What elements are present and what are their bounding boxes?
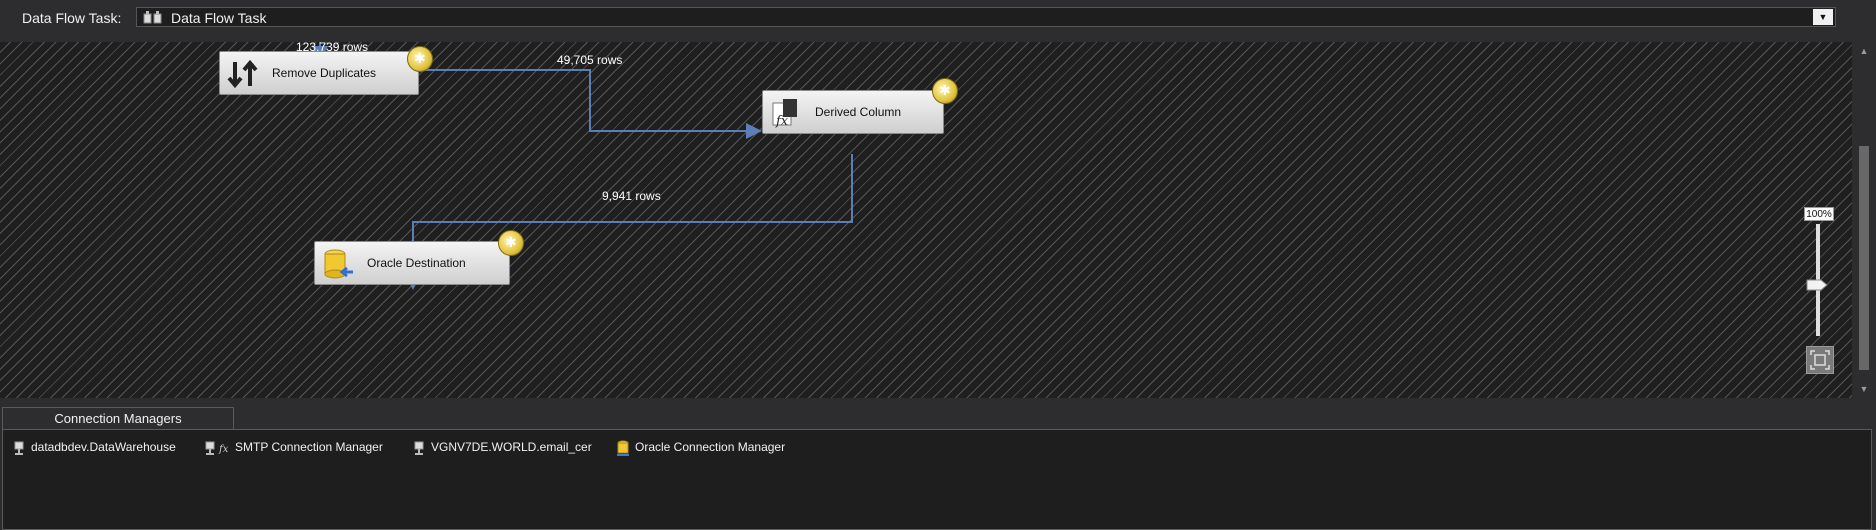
component-remove-duplicates[interactable]: Remove Duplicates [219,51,419,95]
data-flow-task-icon [143,11,162,24]
connection-managers-panel: datadbdev.DataWarehouse fx SMTP Connecti… [2,429,1872,530]
warning-badge-icon[interactable] [407,46,433,72]
warning-badge-icon[interactable] [498,230,524,256]
zoom-to-fit-button[interactable] [1806,346,1834,374]
connection-manager-label: datadbdev.DataWarehouse [31,440,176,454]
scrollbar-thumb[interactable] [1859,146,1869,370]
fit-to-window-icon [1810,350,1830,370]
connection-manager-item[interactable]: datadbdev.DataWarehouse [13,440,176,455]
connection-manager-label: Oracle Connection Manager [635,440,786,455]
row-count-label: 9,941 rows [602,189,661,203]
fx-derived-column-icon: fx [772,99,797,129]
connection-manager-item[interactable]: Oracle Connection Manager [617,440,785,456]
warning-badge-icon[interactable] [932,78,958,104]
scroll-up-icon[interactable]: ▲ [1858,46,1870,56]
svg-text:fx: fx [775,114,789,129]
zoom-level-label: 100% [1804,207,1834,221]
connection-manager-item[interactable]: VGNV7DE.WORLD.email_cer [413,440,592,455]
oracle-connection-icon [617,440,629,456]
db-connection-icon [414,441,424,455]
component-oracle-destination[interactable]: Oracle Destination [314,241,510,285]
connection-manager-label: SMTP Connection Manager [235,440,383,454]
flow-path-remove-to-derived [420,69,762,139]
task-toolbar: Data Flow Task: Data Flow Task ▼ [0,0,1876,36]
task-label: Data Flow Task: [22,10,122,26]
task-selector[interactable]: Data Flow Task ▼ [136,7,1836,27]
data-flow-canvas[interactable]: 123,739 rows 49,705 rows 9,941 rows Remo… [0,42,1852,398]
scroll-down-icon[interactable]: ▼ [1858,384,1870,394]
zoom-slider-thumb[interactable] [1806,279,1828,291]
component-derived-column[interactable]: fx Derived Column [762,90,944,134]
canvas-vertical-scrollbar[interactable]: ▲ ▼ [1852,42,1876,398]
svg-text:fx: fx [218,444,229,455]
connection-manager-label: VGNV7DE.WORLD.email_cer [431,440,592,454]
component-label: Oracle Destination [367,256,466,270]
smtp-fx-connection-icon: fx [205,441,229,455]
component-label: Derived Column [815,105,902,119]
row-count-label: 49,705 rows [557,53,623,67]
database-destination-icon [324,249,353,279]
connection-manager-item[interactable]: fx SMTP Connection Manager [205,440,383,455]
db-connection-icon [14,441,24,455]
component-label: Remove Duplicates [272,66,377,80]
tab-connection-managers[interactable]: Connection Managers [2,407,234,429]
chevron-down-icon[interactable]: ▼ [1813,9,1833,25]
selected-task-text: Data Flow Task [171,10,267,26]
sort-arrows-icon [227,59,258,89]
